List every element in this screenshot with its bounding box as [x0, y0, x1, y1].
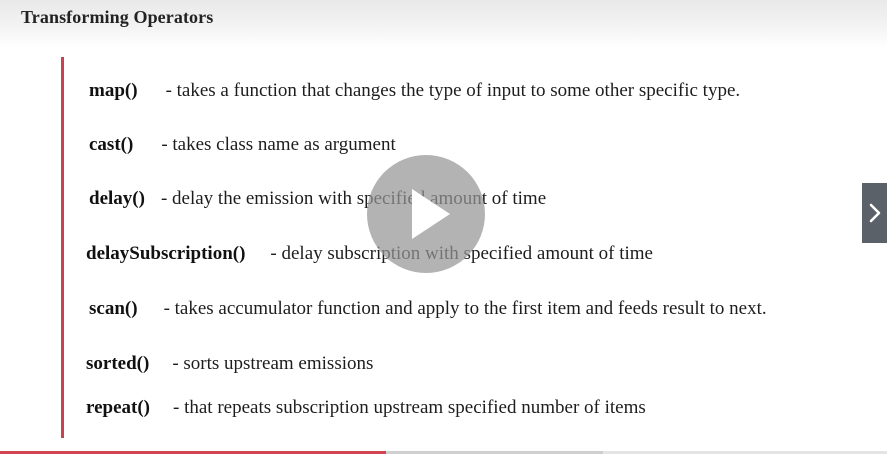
operator-name: scan() [89, 298, 138, 319]
operator-row-scan: scan() - takes accumulator function and a… [89, 297, 767, 321]
accent-line [61, 57, 64, 438]
operator-row-delay-subscription: delaySubscription() - delay subscription … [86, 242, 653, 266]
slide-title: Transforming Operators [21, 7, 214, 27]
operator-name: sorted() [86, 353, 150, 374]
video-player[interactable]: Transforming Operators map() - takes a fu… [0, 0, 887, 454]
slide-title-bar: Transforming Operators [0, 0, 887, 48]
chevron-right-icon [869, 203, 881, 223]
operator-name: delay() [89, 188, 145, 209]
operator-description: - that repeats subscription upstream spe… [173, 397, 646, 418]
operator-description: - takes class name as argument [161, 134, 396, 155]
operator-description: - takes a function that changes the type… [165, 80, 741, 101]
operator-row-repeat: repeat() - that repeats subscription upst… [86, 396, 646, 420]
operator-name: repeat() [86, 397, 151, 418]
operator-name: cast() [89, 134, 134, 155]
operator-name: map() [89, 80, 138, 101]
operator-description: - delay the emission with specified amou… [160, 188, 547, 209]
operator-description: - takes accumulator function and apply t… [163, 298, 767, 319]
operator-name: delaySubscription() [86, 243, 246, 264]
operator-row-map: map() - takes a function that changes the… [89, 79, 740, 103]
next-slide-button[interactable] [862, 183, 887, 243]
operator-row-sorted: sorted() - sorts upstream emissions [86, 352, 373, 376]
operator-description: - sorts upstream emissions [172, 353, 374, 374]
operator-row-cast: cast() - takes class name as argument [89, 133, 396, 157]
play-button[interactable] [367, 155, 485, 273]
play-icon [412, 189, 450, 239]
